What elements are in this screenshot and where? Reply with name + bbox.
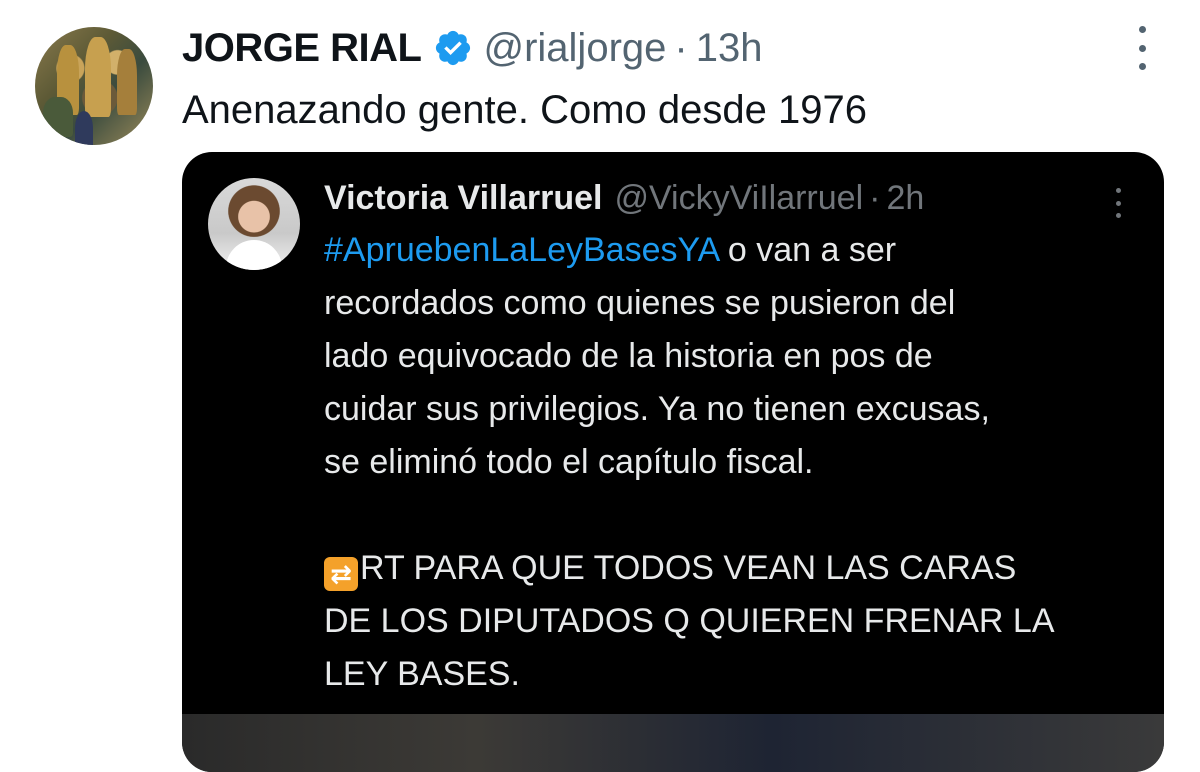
quoted-text-line: recordados como quienes se pusieron del (324, 284, 956, 322)
repeat-emoji-icon: ⇄ (324, 557, 358, 591)
author-name[interactable]: JORGE RIAL (182, 26, 422, 71)
quoted-author-handle: @VickyViIlarruel (614, 178, 864, 217)
tweet-text: Anenazando gente. Como desde 1976 (182, 88, 867, 132)
quoted-tweet[interactable]: Victoria Villarruel @VickyViIlarruel · 2… (182, 152, 1164, 772)
hashtag-link[interactable]: #ApruebenLaLeyBasesYA (324, 231, 718, 269)
quoted-more-options-icon[interactable] (1112, 188, 1124, 218)
quoted-tweet-text: #ApruebenLaLeyBasesYA o van a ser record… (324, 224, 1154, 701)
rt-text-line: RT PARA QUE TODOS VEAN LAS CARAS (360, 549, 1017, 587)
quoted-tweet-header: Victoria Villarruel @VickyViIlarruel · 2… (324, 174, 924, 222)
rt-text-line: LEY BASES. (324, 655, 520, 693)
quoted-text-line: lado equivocado de la historia en pos de (324, 337, 933, 375)
quoted-author-avatar[interactable] (208, 178, 300, 270)
quoted-text-line: cuidar sus privilegios. Ya no tienen exc… (324, 390, 990, 428)
quoted-media-preview[interactable] (182, 714, 1164, 772)
tweet: JORGE RIAL @rialjorge · 13h Anenazando g… (0, 0, 1200, 772)
tweet-timestamp[interactable]: 13h (696, 26, 763, 71)
rt-text-line: DE LOS DIPUTADOS Q QUIEREN FRENAR LA (324, 602, 1055, 640)
quoted-author-name: Victoria Villarruel (324, 178, 603, 217)
tweet-header: JORGE RIAL @rialjorge · 13h (182, 22, 762, 74)
quoted-text-line: o van a ser (718, 231, 897, 269)
header-separator: · (674, 25, 688, 70)
quoted-tweet-timestamp: 2h (886, 178, 925, 217)
quoted-text-line: se eliminó todo el capítulo fiscal. (324, 443, 814, 481)
author-avatar[interactable] (35, 27, 153, 145)
author-handle[interactable]: @rialjorge (483, 26, 666, 71)
verified-badge-icon (436, 30, 471, 66)
more-options-icon[interactable] (1128, 26, 1156, 70)
quoted-header-separator: · (869, 178, 881, 217)
